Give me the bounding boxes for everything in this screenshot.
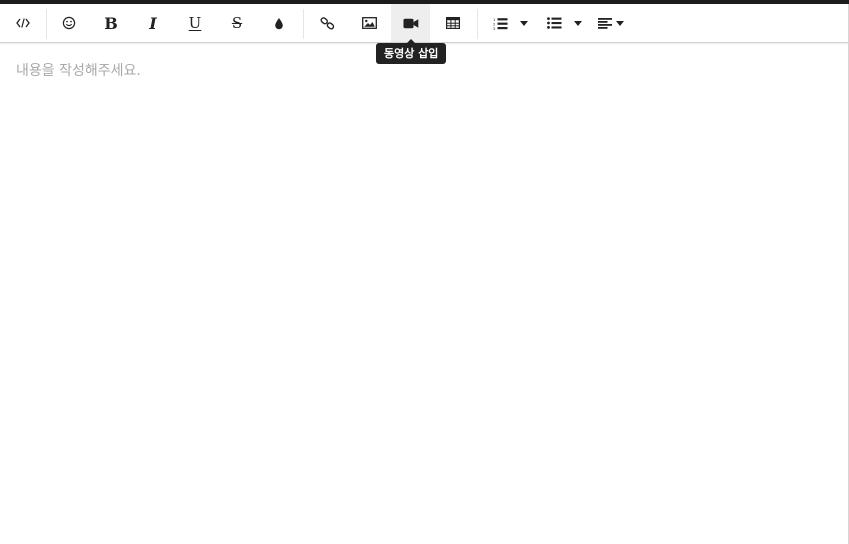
italic-icon: I — [149, 13, 157, 33]
caret-down-icon — [520, 20, 528, 26]
editor-toolbar: B I U S 1 2 3 — [0, 4, 848, 43]
bold-icon: B — [104, 13, 118, 33]
code-icon — [16, 18, 30, 28]
strikethrough-icon: S — [231, 14, 243, 32]
toolbar-separator — [46, 9, 47, 39]
table-icon — [446, 17, 460, 29]
caret-down-icon — [574, 20, 582, 26]
underline-button[interactable]: U — [176, 4, 214, 42]
link-button[interactable] — [307, 4, 347, 42]
caret-down-icon — [616, 20, 624, 26]
bold-button[interactable]: B — [92, 4, 130, 42]
ordered-list-button[interactable]: 1 2 3 — [486, 4, 514, 42]
italic-button[interactable]: I — [134, 4, 172, 42]
table-button[interactable] — [433, 4, 473, 42]
svg-text:3: 3 — [493, 26, 496, 30]
unordered-list-dropdown[interactable] — [568, 4, 588, 42]
align-button[interactable] — [592, 4, 630, 42]
insert-video-button[interactable] — [391, 4, 430, 42]
ordered-list-dropdown[interactable] — [514, 4, 534, 42]
toolbar-separator — [477, 9, 478, 39]
code-view-button[interactable] — [4, 4, 42, 42]
smiley-icon — [62, 16, 76, 30]
ordered-list-icon: 1 2 3 — [493, 17, 507, 30]
editor-placeholder: 내용을 작성해주세요. — [16, 63, 141, 79]
droplet-icon — [275, 17, 283, 29]
strikethrough-button[interactable]: S — [218, 4, 256, 42]
unordered-list-button[interactable] — [540, 4, 568, 42]
link-icon — [320, 16, 334, 30]
align-left-icon — [598, 17, 612, 29]
toolbar-separator — [303, 9, 304, 39]
emoji-button[interactable] — [50, 4, 88, 42]
image-icon — [361, 17, 377, 29]
underline-icon: U — [188, 14, 202, 32]
editor-content-area[interactable] — [0, 43, 848, 544]
video-camera-icon — [403, 18, 418, 28]
unordered-list-icon — [546, 17, 561, 29]
image-button[interactable] — [349, 4, 389, 42]
font-color-button[interactable] — [260, 4, 298, 42]
